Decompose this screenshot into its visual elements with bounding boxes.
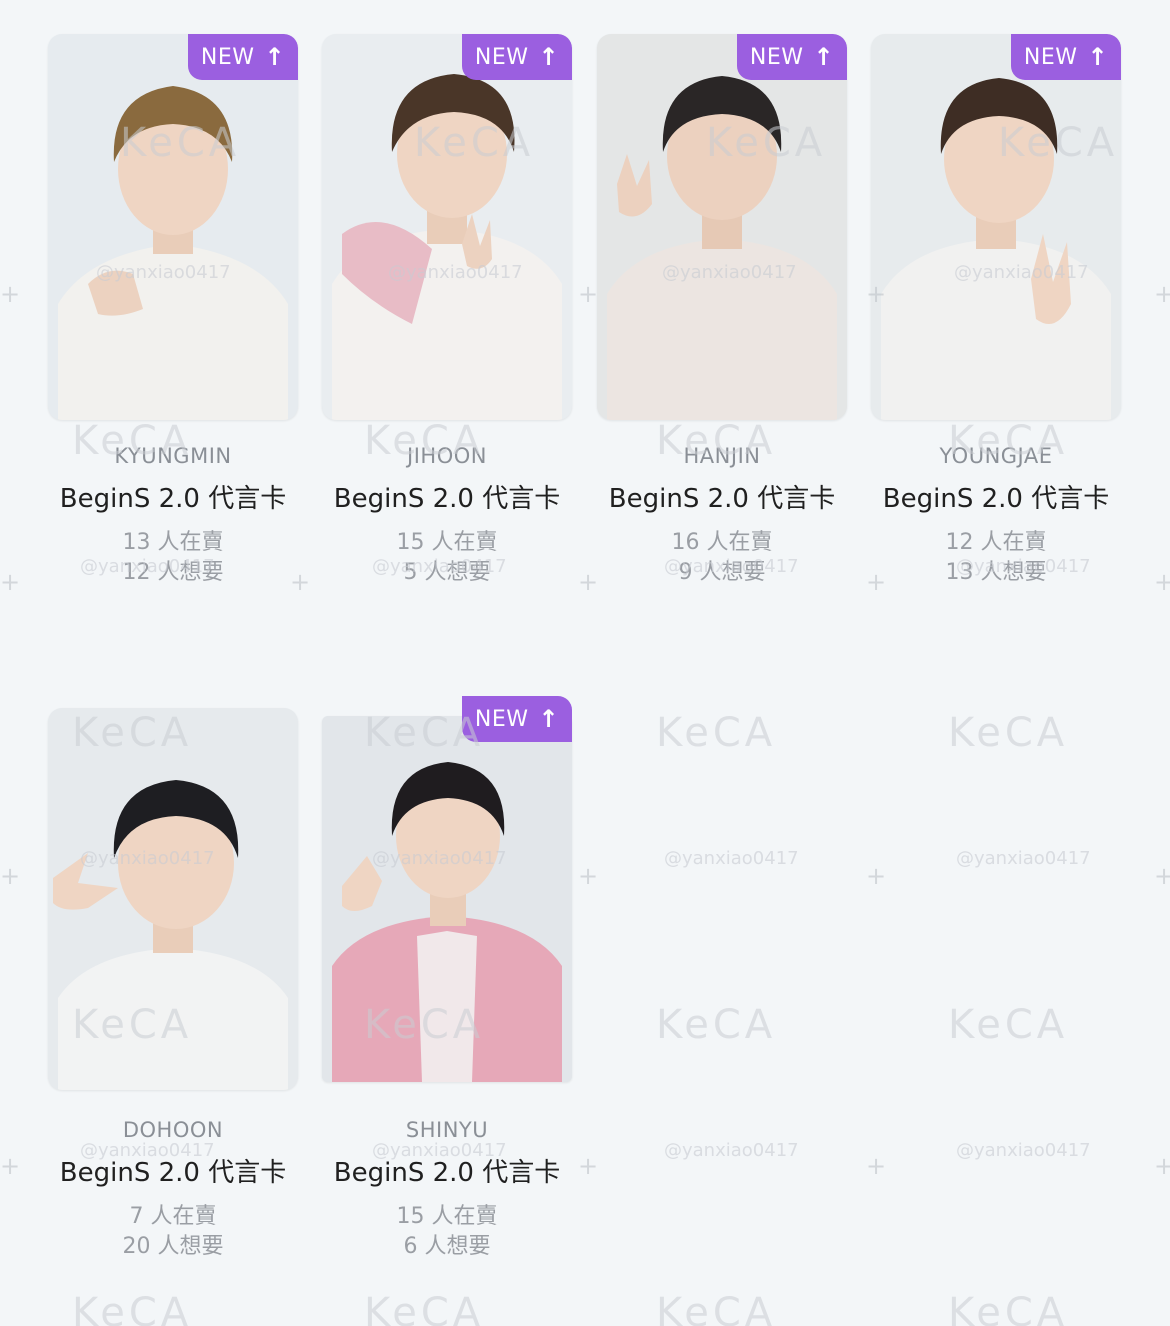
new-label: NEW	[1023, 44, 1078, 70]
member-name: SHINYU	[405, 1118, 489, 1142]
card-photo[interactable]	[322, 716, 572, 1082]
wanting-count: 12 人想要	[122, 560, 224, 585]
new-label: NEW	[749, 44, 804, 70]
card-title[interactable]: BeginS 2.0 代言卡	[312, 1152, 582, 1189]
selling-count: 12 人在賣	[945, 530, 1047, 555]
selling-count: 13 人在賣	[122, 530, 224, 555]
wanting-count: 20 人想要	[122, 1234, 224, 1259]
card-title[interactable]: BeginS 2.0 代言卡	[312, 478, 582, 515]
portrait-image	[48, 708, 298, 1090]
wanting-count: 9 人想要	[678, 560, 766, 585]
arrow-up-icon: ↑	[813, 43, 835, 71]
portrait-image	[597, 34, 847, 420]
new-badge: NEW ↑	[462, 696, 572, 742]
selling-count: 16 人在賣	[671, 530, 773, 555]
portrait-image	[48, 34, 298, 420]
wanting-count: 13 人想要	[945, 560, 1047, 585]
card-title[interactable]: BeginS 2.0 代言卡	[38, 1152, 308, 1189]
card-photo[interactable]: NEW ↑	[322, 34, 572, 420]
card-photo[interactable]: NEW ↑	[597, 34, 847, 420]
new-badge: NEW ↑	[462, 34, 572, 80]
card-title[interactable]: BeginS 2.0 代言卡	[861, 478, 1131, 515]
member-name: YOUNGJAE	[939, 444, 1053, 468]
new-label: NEW	[474, 706, 529, 732]
wanting-count: 5 人想要	[403, 560, 491, 585]
arrow-up-icon: ↑	[264, 43, 286, 71]
member-name: DOHOON	[122, 1118, 224, 1142]
portrait-image	[322, 716, 572, 1082]
member-name: HANJIN	[683, 444, 761, 468]
portrait-image	[871, 34, 1121, 420]
arrow-up-icon: ↑	[538, 705, 560, 733]
selling-count: 15 人在賣	[396, 530, 498, 555]
member-name: JIHOON	[407, 444, 487, 468]
arrow-up-icon: ↑	[1087, 43, 1109, 71]
photocard-grid: NEW ↑ KYUNGMIN BeginS 2.0 代言卡 13 人在賣 12 …	[0, 0, 1170, 1326]
new-label: NEW	[474, 44, 529, 70]
card-title[interactable]: BeginS 2.0 代言卡	[38, 478, 308, 515]
card-photo[interactable]	[48, 708, 298, 1090]
selling-count: 15 人在賣	[396, 1204, 498, 1229]
wanting-count: 6 人想要	[403, 1234, 491, 1259]
card-title[interactable]: BeginS 2.0 代言卡	[587, 478, 857, 515]
selling-count: 7 人在賣	[129, 1204, 217, 1229]
member-name: KYUNGMIN	[114, 444, 232, 468]
new-badge: NEW ↑	[737, 34, 847, 80]
portrait-image	[322, 34, 572, 420]
new-badge: NEW ↑	[1011, 34, 1121, 80]
card-photo[interactable]: NEW ↑	[871, 34, 1121, 420]
arrow-up-icon: ↑	[538, 43, 560, 71]
card-photo[interactable]: NEW ↑	[48, 34, 298, 420]
photocard-grid-page: NEW ↑ KYUNGMIN BeginS 2.0 代言卡 13 人在賣 12 …	[0, 0, 1170, 1326]
new-badge: NEW ↑	[188, 34, 298, 80]
new-label: NEW	[200, 44, 255, 70]
